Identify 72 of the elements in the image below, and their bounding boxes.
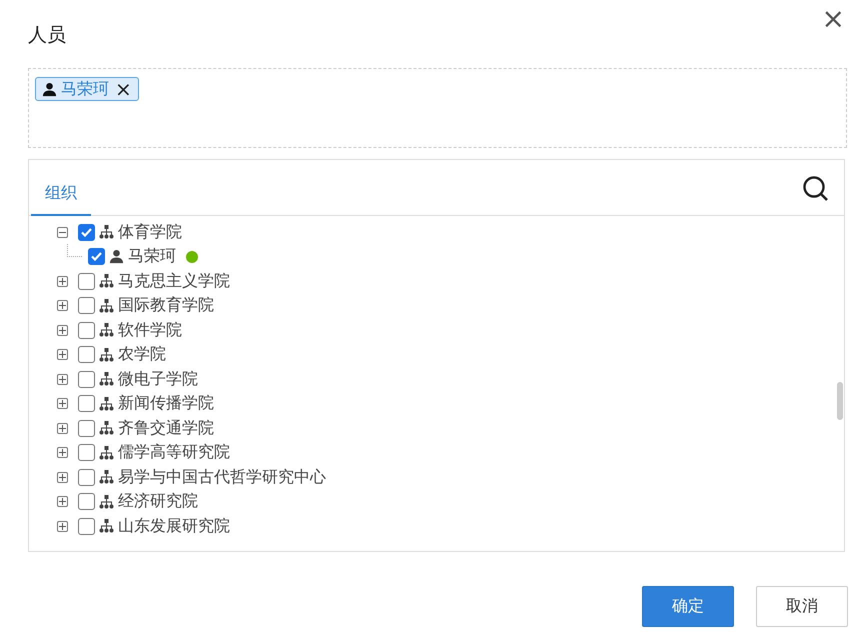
person-icon: [109, 249, 124, 264]
plus-icon: [59, 351, 66, 358]
checkbox[interactable]: [78, 224, 95, 241]
org-chart-icon: [99, 470, 114, 484]
checkbox[interactable]: [78, 444, 95, 462]
plus-icon: [59, 278, 66, 285]
remove-button[interactable]: ×: [113, 80, 134, 98]
expand-toggle[interactable]: [57, 422, 68, 434]
plus-icon: [59, 376, 66, 383]
tree-item-label[interactable]: 经济研究院: [118, 491, 198, 512]
tree-item-label[interactable]: 微电子学院: [118, 368, 198, 390]
person-icon: [42, 82, 57, 96]
expand-toggle[interactable]: [57, 324, 68, 336]
org-chart-icon: [99, 396, 114, 411]
tree-item-label[interactable]: 易学与中国古代哲学研究中心: [118, 466, 326, 488]
checkbox[interactable]: [78, 493, 95, 510]
tree-item-label[interactable]: 儒学高等研究院: [118, 442, 230, 464]
expand-toggle[interactable]: [57, 300, 68, 312]
expand-toggle[interactable]: [57, 520, 68, 532]
cancel-button[interactable]: 取消: [756, 586, 848, 627]
org-chart-icon: [99, 519, 114, 534]
expand-toggle[interactable]: [57, 447, 68, 458]
org-chart-icon: [99, 348, 114, 362]
tree-item-label[interactable]: 国际教育学院: [118, 295, 214, 316]
tree-item-label[interactable]: 农学院: [118, 344, 166, 366]
plus-icon: [59, 424, 66, 432]
plus-icon: [59, 522, 66, 530]
plus-icon: [59, 449, 66, 456]
tree-item-label[interactable]: 山东发展研究院: [118, 516, 230, 537]
org-chart-icon: [99, 298, 114, 313]
expand-toggle[interactable]: [57, 398, 68, 410]
expand-toggle[interactable]: [57, 472, 68, 483]
plus-icon: [59, 474, 66, 481]
tree-item-label[interactable]: 新闻传播学院: [118, 393, 214, 414]
checkbox[interactable]: [78, 468, 95, 486]
checkbox[interactable]: [78, 395, 95, 412]
org-chart-icon: [99, 225, 114, 240]
checkbox[interactable]: [78, 346, 95, 364]
plus-icon: [59, 302, 66, 310]
chip-label: 马荣珂: [61, 78, 109, 100]
org-chart-icon: [99, 421, 114, 436]
expand-toggle[interactable]: [57, 349, 68, 360]
org-chart-icon: [99, 372, 114, 386]
collapse-toggle[interactable]: [57, 226, 68, 238]
scrollbar-thumb[interactable]: [837, 382, 843, 420]
plus-icon: [59, 498, 66, 506]
dialog-title: 人员: [28, 23, 66, 48]
search-button[interactable]: [802, 175, 830, 203]
tree-item-label[interactable]: 马荣珂: [128, 246, 176, 268]
plus-icon: [59, 326, 66, 334]
checkbox[interactable]: [78, 518, 95, 535]
org-chart-icon: [99, 323, 114, 338]
checkbox[interactable]: [88, 248, 105, 266]
checkbox[interactable]: [78, 322, 95, 339]
plus-icon: [59, 400, 66, 408]
tree-item-label[interactable]: 马克思主义学院: [118, 270, 230, 292]
checkbox[interactable]: [78, 370, 95, 388]
org-chart-icon: [99, 274, 114, 288]
checkbox[interactable]: [78, 272, 95, 290]
close-button[interactable]: ×: [818, 4, 849, 34]
expand-toggle[interactable]: [57, 496, 68, 508]
expand-toggle[interactable]: [57, 374, 68, 385]
tree-item-label[interactable]: 软件学院: [118, 320, 182, 341]
org-chart-icon: [99, 446, 114, 460]
org-chart-icon: [99, 494, 114, 509]
confirm-button[interactable]: 确定: [642, 586, 734, 627]
expand-toggle[interactable]: [57, 276, 68, 287]
checkbox[interactable]: [78, 420, 95, 437]
checkbox[interactable]: [78, 297, 95, 314]
tree-item-label[interactable]: 体育学院: [118, 222, 182, 243]
tab[interactable]: 组织: [31, 183, 91, 216]
tree-item-label[interactable]: 齐鲁交通学院: [118, 418, 214, 439]
